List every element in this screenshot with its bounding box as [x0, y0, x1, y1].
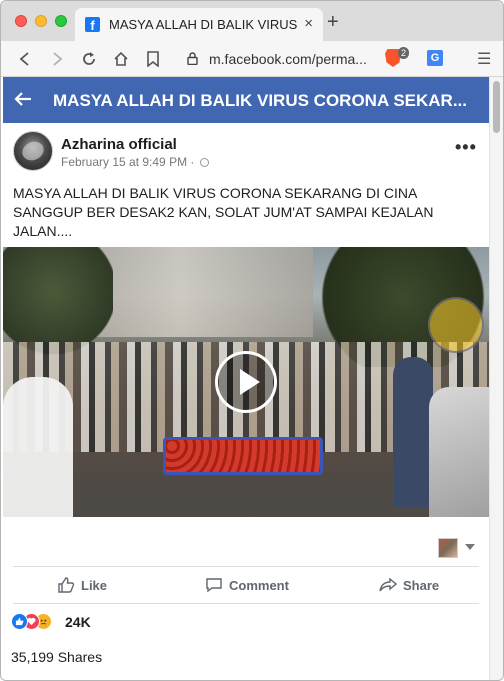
- video-player[interactable]: [3, 247, 489, 517]
- hamburger-menu-icon[interactable]: ☰: [477, 49, 491, 69]
- maximize-window-button[interactable]: [55, 15, 67, 27]
- share-arrow-icon: [379, 577, 397, 592]
- bookmark-icon: [147, 51, 159, 67]
- video-frame-tree: [3, 247, 113, 357]
- tab-close-button[interactable]: ×: [304, 15, 313, 32]
- active-tab[interactable]: f MASYA ALLAH DI BALIK VIRUS CO ×: [75, 8, 323, 41]
- author-name[interactable]: Azharina official: [61, 136, 177, 153]
- like-label: Like: [81, 577, 108, 593]
- share-button[interactable]: Share: [379, 576, 439, 594]
- watermark-logo-icon: [428, 297, 484, 353]
- comment-button[interactable]: Comment: [205, 576, 289, 594]
- minimize-window-button[interactable]: [35, 15, 47, 27]
- reaction-count: 24K: [65, 614, 91, 630]
- tab-title: MASYA ALLAH DI BALIK VIRUS CO: [109, 17, 297, 32]
- meta-separator: ·: [190, 155, 195, 169]
- share-label: Share: [403, 577, 440, 593]
- home-button[interactable]: [111, 49, 131, 69]
- close-window-button[interactable]: [15, 15, 27, 27]
- forward-chevron-icon: [53, 52, 63, 66]
- video-frame-buildings: [93, 247, 313, 337]
- post-meta: February 15 at 9:49 PM ·: [61, 155, 209, 169]
- page-title: MASYA ALLAH DI BALIK VIRUS CORONA SEKAR.…: [53, 91, 468, 110]
- comment-icon: [206, 578, 222, 593]
- author-avatar[interactable]: [13, 131, 53, 171]
- play-button-icon[interactable]: [215, 351, 277, 413]
- bookmark-button[interactable]: [143, 49, 163, 69]
- video-frame-fruit-cart: [163, 437, 323, 475]
- globe-icon: [199, 158, 209, 167]
- reload-icon: [83, 52, 95, 65]
- forward-button[interactable]: [47, 49, 67, 69]
- like-button[interactable]: Like: [57, 576, 107, 594]
- comment-label: Comment: [229, 577, 289, 593]
- dropdown-caret-icon[interactable]: [465, 544, 475, 550]
- thumbs-up-icon: [58, 577, 75, 593]
- reload-button[interactable]: [79, 49, 99, 69]
- back-arrow-icon[interactable]: [13, 89, 33, 109]
- address-bar[interactable]: m.facebook.com/perma...: [173, 46, 377, 72]
- post-timestamp[interactable]: February 15 at 9:49 PM: [61, 155, 187, 169]
- lock-icon: [187, 52, 198, 65]
- scrollbar-thumb[interactable]: [493, 81, 500, 133]
- browser-toolbar: m.facebook.com/perma... 2 G ☰: [1, 41, 503, 77]
- url-text: m.facebook.com/perma...: [209, 51, 367, 67]
- back-button[interactable]: [15, 49, 35, 69]
- new-tab-button[interactable]: +: [327, 12, 339, 32]
- video-frame-person: [3, 377, 73, 517]
- browser-window: f MASYA ALLAH DI BALIK VIRUS CO × + m.fa…: [0, 0, 504, 681]
- shield-count-badge: 2: [398, 47, 410, 59]
- like-reaction-icon: [11, 613, 28, 630]
- reactions-summary[interactable]: 24K: [11, 612, 481, 632]
- video-frame-person: [393, 357, 433, 507]
- post-actions: Like Comment Share: [13, 566, 479, 604]
- facebook-favicon-icon: f: [85, 17, 100, 33]
- home-icon: [114, 51, 128, 66]
- translate-icon[interactable]: G: [427, 50, 443, 66]
- viewer-avatar-icon[interactable]: [438, 538, 458, 558]
- back-chevron-icon: [19, 52, 29, 66]
- video-frame-car: [429, 387, 489, 517]
- post-card: Azharina official February 15 at 9:49 PM…: [3, 123, 489, 680]
- post-text: MASYA ALLAH DI BALIK VIRUS CORONA SEKARA…: [13, 185, 434, 239]
- scrollbar-track[interactable]: [489, 77, 503, 680]
- share-count[interactable]: 35,199 Shares: [11, 649, 102, 665]
- tab-strip: f MASYA ALLAH DI BALIK VIRUS CO × +: [1, 1, 503, 41]
- facebook-header: MASYA ALLAH DI BALIK VIRUS CORONA SEKAR.…: [3, 77, 489, 123]
- more-options-button[interactable]: •••: [455, 137, 477, 158]
